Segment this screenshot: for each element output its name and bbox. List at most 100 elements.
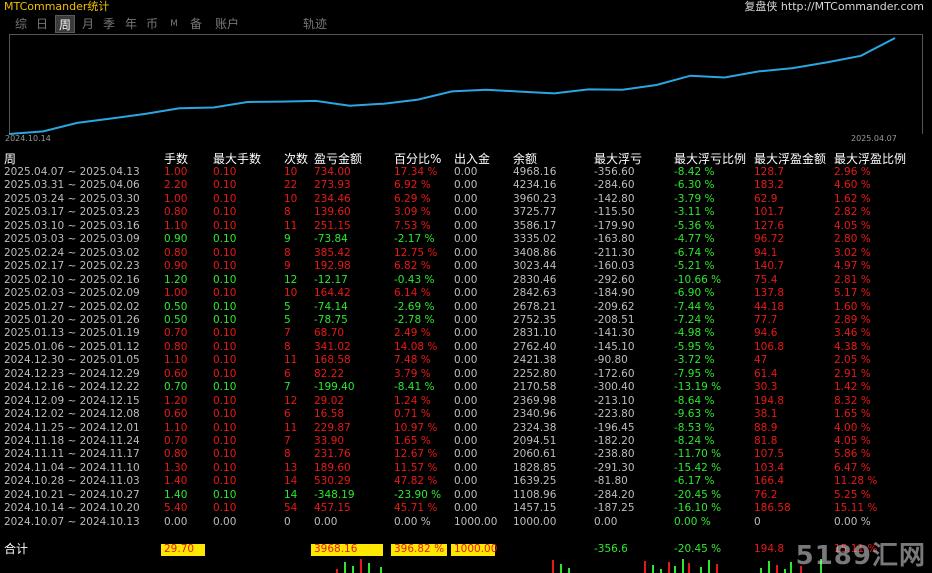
cell-lots: 0.50	[164, 300, 188, 313]
cell-max-float-profit-pct: 4.00 %	[834, 421, 871, 434]
header-deposit[interactable]: 出入金	[454, 150, 490, 167]
cell-max-float-loss-pct: -13.19 %	[674, 381, 722, 394]
cell-balance: 1000.00	[513, 515, 557, 528]
header-max-float-profit-pct[interactable]: 最大浮盈比例	[834, 150, 906, 167]
price-tick	[380, 567, 382, 573]
cell-period: 2024.11.11 ~ 2024.11.17	[4, 448, 140, 461]
cell-max-float-loss-pct: -6.74 %	[674, 246, 715, 259]
total-max-float-profit: 194.8	[754, 543, 785, 555]
tab-week[interactable]: 周	[55, 15, 75, 33]
cell-percent: -8.41 %	[394, 381, 435, 394]
cell-trades: 6	[284, 408, 291, 421]
cell-deposit: 0.00	[454, 273, 478, 286]
cell-trades: 10	[284, 287, 298, 300]
cell-max-float-loss-pct: -7.24 %	[674, 313, 715, 326]
cell-trades: 11	[284, 421, 298, 434]
cell-max-lots: 0.10	[213, 179, 237, 192]
header-max-float-loss[interactable]: 最大浮亏	[594, 150, 642, 167]
cell-max-lots: 0.10	[213, 233, 237, 246]
tab-day[interactable]: 日	[33, 15, 51, 33]
tab-magic[interactable]: M	[166, 15, 182, 33]
cell-lots: 1.00	[164, 287, 188, 300]
header-trades[interactable]: 次数	[284, 150, 308, 167]
cell-trades: 6	[284, 367, 291, 380]
cell-deposit: 0.00	[454, 206, 478, 219]
cell-trades: 7	[284, 381, 291, 394]
cell-deposit: 0.00	[454, 260, 478, 273]
cell-lots: 0.80	[164, 340, 188, 353]
cell-max-lots: 0.10	[213, 206, 237, 219]
cell-percent: -0.43 %	[394, 273, 435, 286]
cell-profit: 273.93	[314, 179, 351, 192]
cell-max-lots: 0.10	[213, 367, 237, 380]
cell-profit: 229.87	[314, 421, 351, 434]
cell-balance: 2252.80	[513, 367, 557, 380]
cell-max-float-profit-pct: 2.82 %	[834, 206, 871, 219]
cell-balance: 2762.40	[513, 340, 557, 353]
brand-link[interactable]: 复盘侠 http://MTCommander.com	[744, 0, 924, 14]
cell-profit: 68.70	[314, 327, 345, 340]
cell-max-float-profit: 47	[754, 354, 768, 367]
header-max-lots[interactable]: 最大手数	[213, 150, 261, 167]
tab-track[interactable]: 轨迹	[300, 15, 330, 33]
price-tick	[352, 566, 354, 573]
cell-max-float-loss: -187.25	[594, 502, 635, 515]
cell-trades: 11	[284, 219, 298, 232]
cell-max-float-loss-pct: -11.70 %	[674, 448, 722, 461]
cell-max-lots: 0.10	[213, 340, 237, 353]
cell-profit: 734.00	[314, 166, 351, 178]
tab-account[interactable]: 账户	[212, 15, 242, 33]
cell-percent: 47.82 %	[394, 475, 438, 488]
cell-max-float-profit-pct: 3.46 %	[834, 327, 871, 340]
tab-currency[interactable]: 币	[143, 15, 161, 33]
cell-max-float-profit-pct: 5.25 %	[834, 488, 871, 501]
cell-deposit: 0.00	[454, 287, 478, 300]
cell-max-lots: 0.10	[213, 421, 237, 434]
cell-max-float-loss-pct: -4.77 %	[674, 233, 715, 246]
header-max-float-loss-pct[interactable]: 最大浮亏比例	[674, 150, 746, 167]
cell-lots: 1.20	[164, 394, 188, 407]
header-lots[interactable]: 手数	[164, 150, 188, 167]
tab-quarter[interactable]: 季	[100, 15, 118, 33]
cell-percent: 0.71 %	[394, 408, 431, 421]
cell-max-float-loss: -184.90	[594, 287, 635, 300]
cell-max-float-profit-pct: 3.02 %	[834, 246, 871, 259]
header-profit[interactable]: 盈亏金额	[314, 150, 362, 167]
cell-max-float-loss: -291.30	[594, 461, 635, 474]
cell-profit: 189.60	[314, 461, 351, 474]
tab-notes[interactable]: 备	[187, 15, 205, 33]
cell-max-float-loss: -172.60	[594, 367, 635, 380]
tab-year[interactable]: 年	[122, 15, 140, 33]
cell-lots: 0.80	[164, 206, 188, 219]
price-tick	[652, 565, 654, 573]
bottom-price-strip	[0, 558, 932, 573]
cell-max-float-profit: 76.2	[754, 488, 778, 501]
cell-deposit: 0.00	[454, 461, 478, 474]
cell-max-float-loss: -182.20	[594, 435, 635, 447]
cell-period: 2025.02.10 ~ 2025.02.16	[4, 273, 140, 286]
cell-max-float-profit-pct: 5.86 %	[834, 448, 871, 461]
cell-trades: 14	[284, 475, 298, 488]
cell-percent: 10.97 %	[394, 421, 438, 434]
cell-max-lots: 0.10	[213, 408, 237, 421]
header-percent[interactable]: 百分比%	[394, 150, 441, 167]
cell-max-lots: 0.10	[213, 327, 237, 340]
cell-max-float-loss-pct: -7.95 %	[674, 367, 715, 380]
cell-deposit: 0.00	[454, 367, 478, 380]
tab-overview[interactable]: 综	[12, 15, 30, 33]
cell-trades: 54	[284, 502, 298, 515]
cell-balance: 1108.96	[513, 488, 557, 501]
cell-max-float-loss-pct: -5.95 %	[674, 340, 715, 353]
cell-balance: 4968.16	[513, 166, 557, 178]
header-balance[interactable]: 余额	[513, 150, 537, 167]
tab-month[interactable]: 月	[79, 15, 97, 33]
cell-max-float-profit-pct: 2.91 %	[834, 367, 871, 380]
cell-trades: 5	[284, 313, 291, 326]
cell-max-float-profit-pct: 11.28 %	[834, 475, 878, 488]
header-max-float-profit[interactable]: 最大浮盈金额	[754, 150, 826, 167]
cell-percent: 11.57 %	[394, 461, 438, 474]
cell-balance: 2830.46	[513, 273, 557, 286]
cell-trades: 13	[284, 461, 298, 474]
cell-max-lots: 0.10	[213, 313, 237, 326]
header-period[interactable]: 周	[4, 150, 16, 167]
